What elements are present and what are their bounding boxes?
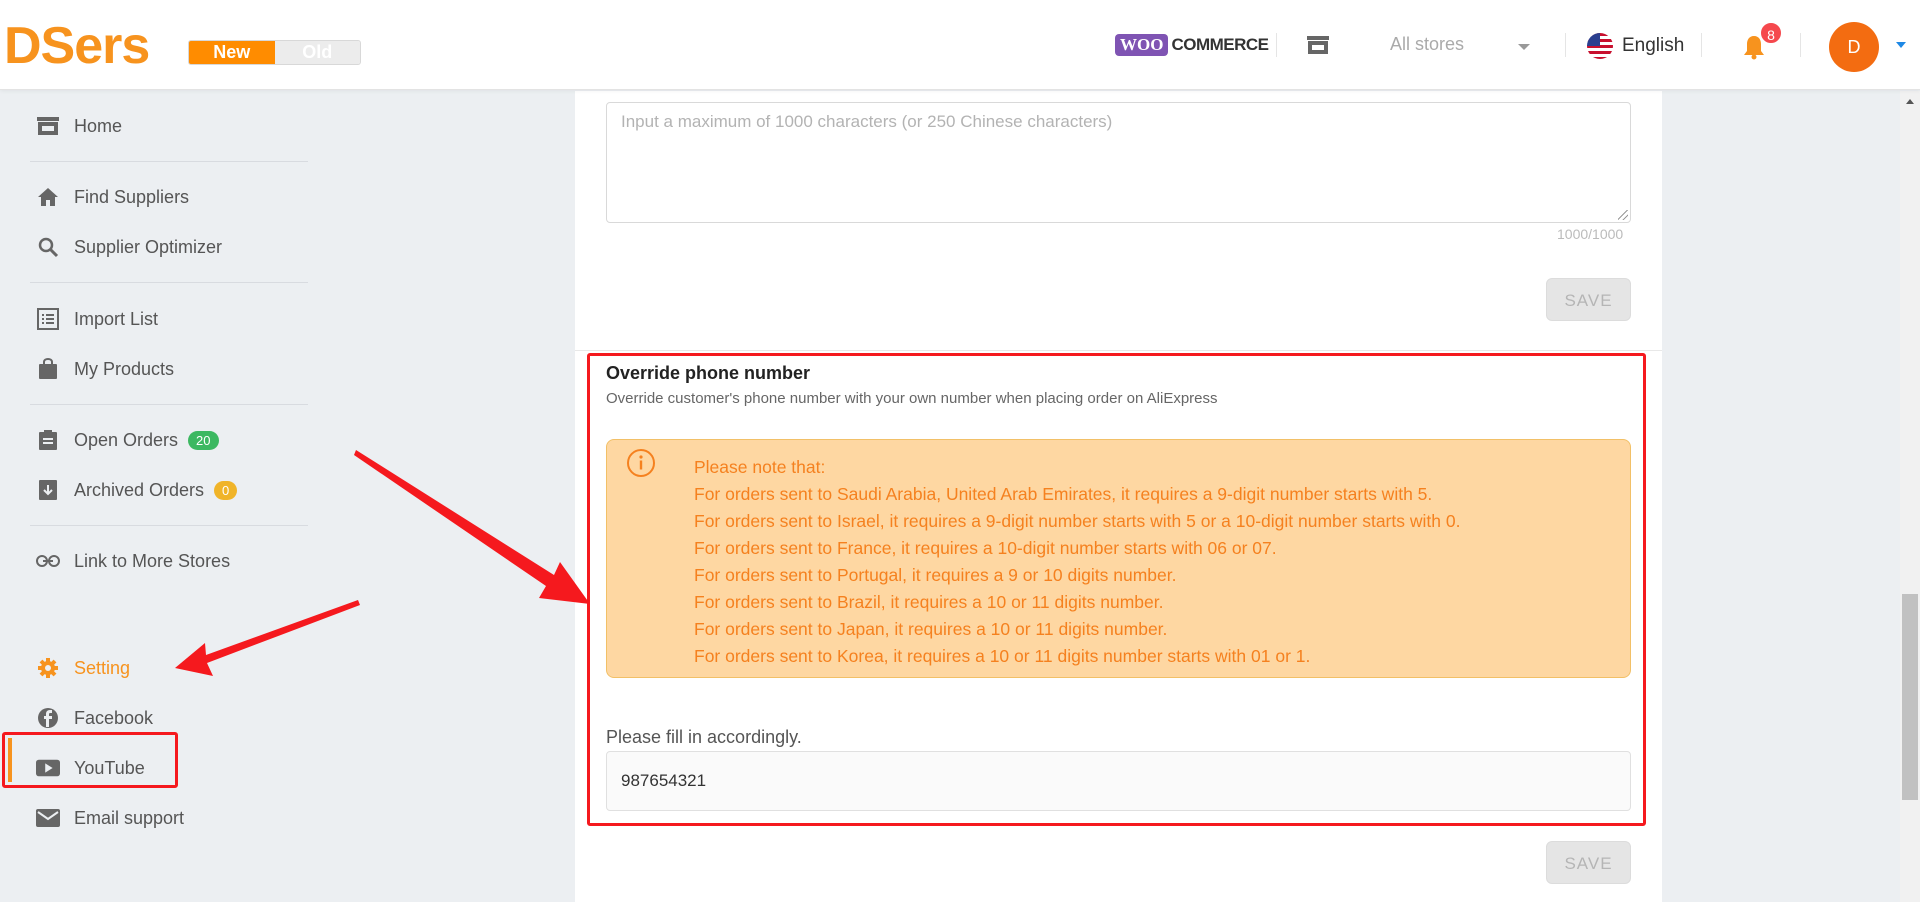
sidebar-item-setting[interactable]: Setting: [36, 653, 130, 683]
save-button[interactable]: SAVE: [1546, 841, 1631, 884]
divider: [30, 525, 308, 526]
divider: [30, 282, 308, 283]
header-divider: [1701, 33, 1702, 57]
sidebar-item-find-suppliers[interactable]: Find Suppliers: [36, 182, 189, 212]
sidebar-item-facebook[interactable]: Facebook: [36, 703, 153, 733]
textarea-placeholder: Input a maximum of 1000 characters (or 2…: [621, 112, 1113, 131]
language-select[interactable]: English: [1622, 35, 1684, 57]
us-flag-icon[interactable]: [1587, 33, 1613, 59]
top-header: DSers New Old WOO COMMERCE All stores En…: [0, 0, 1920, 90]
chevron-down-icon[interactable]: [1518, 44, 1530, 50]
bag-icon: [36, 357, 60, 381]
phone-section-annotation-highlight: [587, 353, 1646, 826]
header-divider: [1276, 33, 1277, 57]
sidebar-item-label: My Products: [74, 358, 175, 379]
email-icon: [36, 806, 60, 830]
sidebar-item-home[interactable]: Home: [36, 111, 122, 141]
archived-orders-count-badge: 0: [214, 480, 238, 500]
header-divider: [1800, 33, 1801, 57]
divider: [30, 404, 308, 405]
save-button[interactable]: SAVE: [1546, 278, 1631, 321]
store-icon: [36, 114, 60, 138]
sidebar-item-link-stores[interactable]: Link to More Stores: [36, 546, 230, 576]
link-icon: [36, 549, 60, 573]
sidebar-item-label: Open Orders: [74, 429, 179, 450]
sidebar-item-label: Find Suppliers: [74, 186, 190, 207]
notification-count-badge: 8: [1759, 21, 1783, 45]
char-count: 1000/1000: [1557, 226, 1624, 242]
store-icon[interactable]: [1306, 34, 1330, 56]
sidebar: Home Find Suppliers Supplier Optimizer I…: [0, 91, 340, 902]
divider: [30, 161, 308, 162]
section-divider: [575, 350, 1662, 351]
sidebar-item-label: Link to More Stores: [74, 550, 231, 571]
sidebar-item-archived-orders[interactable]: Archived Orders 0: [36, 475, 238, 505]
chevron-down-icon[interactable]: [1896, 42, 1906, 48]
scroll-up-arrow-icon[interactable]: [1906, 99, 1914, 104]
woocommerce-logo: WOO COMMERCE: [1115, 34, 1269, 56]
woo-badge: WOO: [1115, 34, 1169, 56]
search-icon: [36, 235, 60, 259]
setting-annotation-highlight: [2, 732, 178, 788]
sidebar-item-email-support[interactable]: Email support: [36, 803, 184, 833]
archive-icon: [36, 478, 60, 502]
facebook-icon: [36, 706, 60, 730]
gear-icon: [36, 656, 60, 680]
sidebar-item-my-products[interactable]: My Products: [36, 354, 174, 384]
store-select[interactable]: All stores: [1390, 34, 1464, 55]
arrow-to-phone-section-icon: [354, 450, 590, 604]
avatar[interactable]: D: [1829, 22, 1879, 72]
dsers-logo[interactable]: DSers: [4, 20, 150, 72]
scrollbar[interactable]: [1900, 91, 1920, 902]
commerce-text: COMMERCE: [1171, 35, 1269, 54]
version-old-button[interactable]: Old: [274, 41, 360, 64]
sidebar-item-import-list[interactable]: Import List: [36, 304, 158, 334]
open-orders-count-badge: 20: [188, 430, 219, 450]
sidebar-item-open-orders[interactable]: Open Orders 20: [36, 425, 219, 455]
main-content: Input a maximum of 1000 characters (or 2…: [575, 91, 1662, 902]
sidebar-item-supplier-optimizer[interactable]: Supplier Optimizer: [36, 232, 222, 262]
sidebar-item-label: Supplier Optimizer: [74, 236, 223, 257]
sidebar-item-label: Home: [74, 115, 123, 136]
sidebar-item-label: Facebook: [74, 707, 154, 728]
clipboard-icon: [36, 428, 60, 452]
list-icon: [36, 307, 60, 331]
header-divider: [1565, 33, 1566, 57]
version-toggle[interactable]: New Old: [188, 40, 361, 65]
version-new-button[interactable]: New: [189, 41, 275, 64]
resize-handle[interactable]: [1618, 210, 1628, 220]
sidebar-item-label: Archived Orders: [74, 479, 205, 500]
sidebar-item-label: Setting: [74, 657, 131, 678]
sidebar-item-label: Import List: [74, 308, 159, 329]
scroll-thumb[interactable]: [1902, 594, 1918, 800]
home-icon: [36, 185, 60, 209]
sidebar-item-label: Email support: [74, 807, 185, 828]
message-textarea[interactable]: Input a maximum of 1000 characters (or 2…: [606, 102, 1631, 223]
